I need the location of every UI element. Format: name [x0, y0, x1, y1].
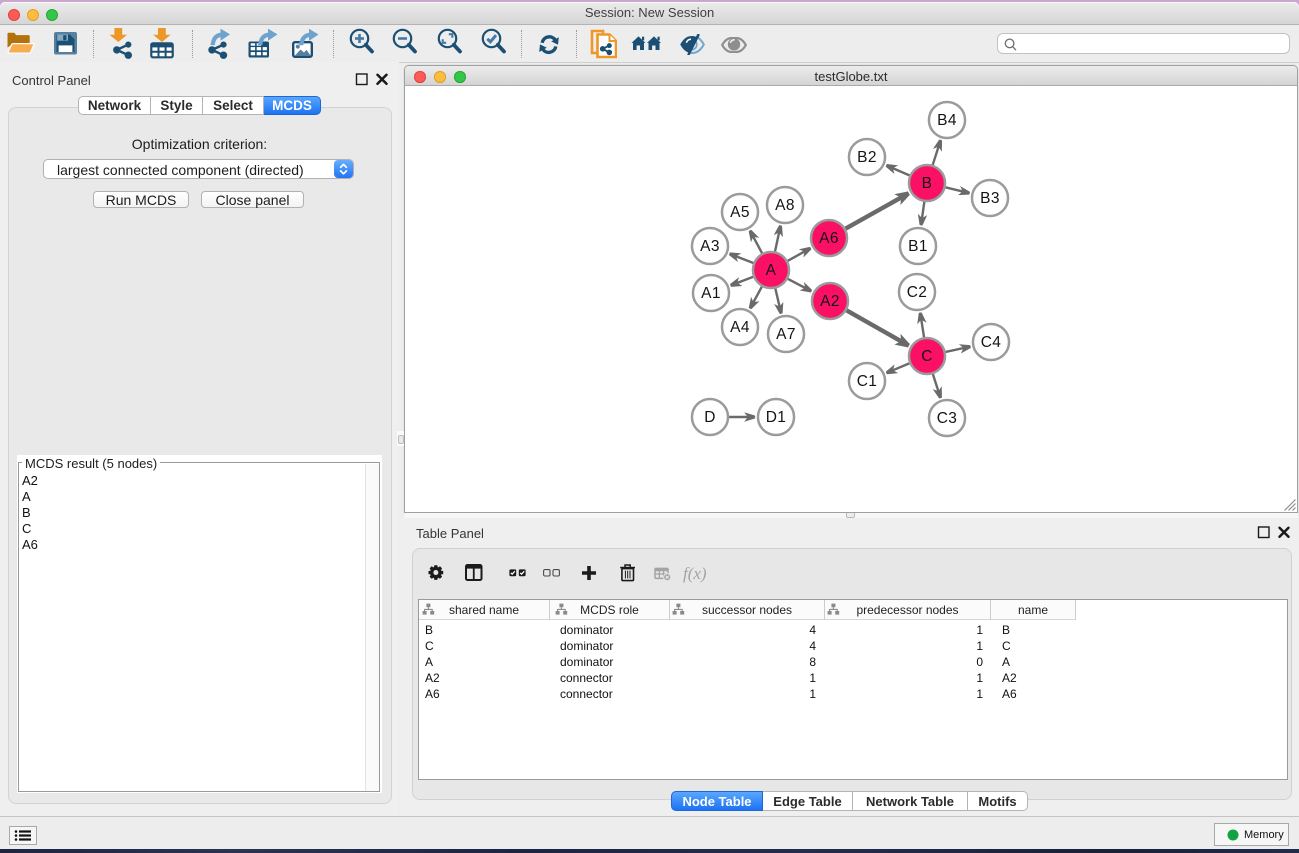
- svg-text:D1: D1: [766, 409, 787, 426]
- svg-text:D: D: [704, 409, 716, 426]
- svg-text:A6: A6: [819, 230, 839, 247]
- svg-text:B4: B4: [937, 112, 957, 129]
- svg-text:A: A: [766, 262, 777, 279]
- svg-text:C: C: [921, 348, 933, 365]
- svg-text:A2: A2: [820, 293, 840, 310]
- svg-text:A4: A4: [730, 319, 750, 336]
- svg-text:B1: B1: [908, 238, 928, 255]
- svg-text:B: B: [922, 175, 933, 192]
- svg-text:A7: A7: [776, 326, 796, 343]
- svg-text:A5: A5: [730, 204, 750, 221]
- svg-text:A8: A8: [775, 197, 795, 214]
- svg-text:B2: B2: [857, 149, 877, 166]
- svg-text:A1: A1: [701, 285, 721, 302]
- svg-text:C2: C2: [907, 284, 928, 301]
- svg-text:A3: A3: [700, 238, 720, 255]
- svg-text:C3: C3: [937, 410, 958, 427]
- svg-text:C1: C1: [857, 373, 878, 390]
- svg-text:C4: C4: [981, 334, 1002, 351]
- svg-text:B3: B3: [980, 190, 1000, 207]
